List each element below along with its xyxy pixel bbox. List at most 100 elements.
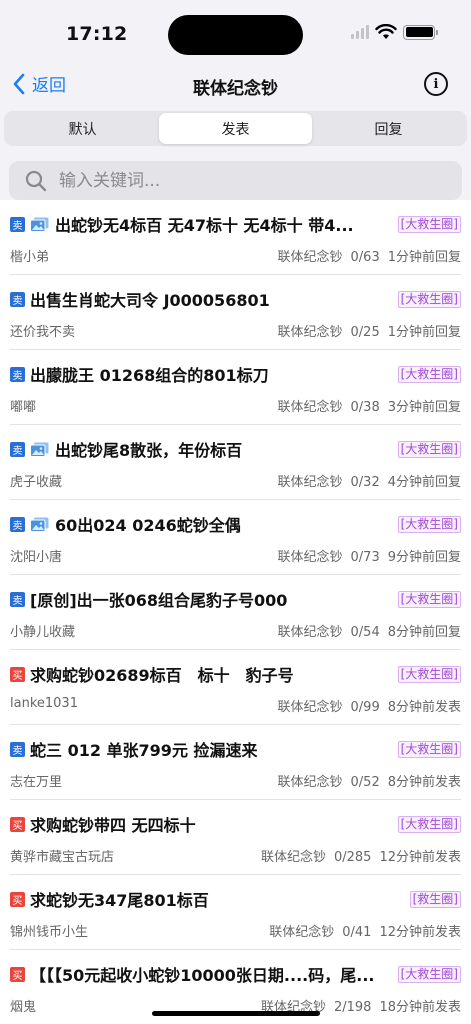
post-category: 联体纪念钞	[260, 850, 326, 865]
sell-tag: 卖	[10, 366, 25, 382]
post-category: 联体纪念钞	[277, 325, 343, 340]
post-meta: 联体纪念钞 0/32 4分钟前回复	[278, 471, 462, 490]
post-stats: 0/25	[350, 325, 380, 340]
search-bar[interactable]	[9, 161, 462, 200]
tab-default[interactable]: 默认	[6, 113, 159, 144]
buy-tag: 买	[10, 891, 25, 907]
list-item[interactable]: 卖出朦胧王 01268组合的801标刀 [大救生圈] 嘟嘟 联体纪念钞 0/38 3分钟前…	[10, 350, 461, 425]
post-stats: 0/63	[350, 250, 380, 265]
list-item[interactable]: 卖出售生肖蛇大司令 J000056801 [大救生圈] 还价我不卖 联体纪念钞 0/25…	[10, 275, 461, 350]
post-meta: 联体纪念钞 0/54 8分钟前回复	[278, 621, 462, 640]
page-title: 联体纪念钞	[193, 79, 278, 99]
list-item[interactable]: 卖 出蛇钞无4标百 无47标十 无4标十 带4... [大救生圈] 楷小弟 联体纪念钞 0…	[10, 200, 461, 275]
buy-tag: 买	[10, 666, 25, 682]
post-time: 12分钟前发表	[379, 850, 461, 865]
post-category: 联体纪念钞	[277, 475, 343, 490]
post-category: 联体纪念钞	[277, 775, 343, 790]
group-badge: [大救生圈]	[397, 665, 461, 683]
sell-tag: 卖	[10, 441, 25, 457]
post-author: 黄骅市藏宝古玩店	[10, 850, 115, 865]
nav-bar: 返回 联体纪念钞 i	[0, 62, 471, 108]
info-icon[interactable]: i	[424, 72, 448, 96]
image-icon	[30, 442, 49, 457]
list-item[interactable]: 卖蛇三 012 单张799元 捡漏速来 [大救生圈] 志在万里 联体纪念钞 0/52 8分…	[10, 725, 461, 800]
search-input[interactable]	[59, 170, 439, 191]
post-time: 12分钟前发表	[379, 925, 461, 940]
status-bar: 17:12	[0, 0, 471, 62]
post-list: 卖出蛇钞无4标百 无47标十 无4标十 带4... [大救生圈] 楷小弟 联体纪念钞 0…	[0, 200, 471, 1024]
list-item[interactable]: 买求购蛇钞02689标百 标十 豹子号 [大救生圈] lanke1031 联体纪念钞 0…	[10, 650, 461, 725]
buy-tag: 买	[10, 966, 25, 982]
group-badge: [救生圈]	[409, 890, 461, 908]
post-author: 虎子收藏	[10, 475, 63, 490]
tab-posted[interactable]: 发表	[159, 113, 312, 144]
post-stats: 0/73	[350, 550, 380, 565]
post-meta: 联体纪念钞 0/285 12分钟前发表	[261, 846, 461, 865]
sell-tag: 卖	[10, 591, 25, 607]
post-meta: 联体纪念钞 0/25 1分钟前回复	[278, 321, 462, 340]
post-author: 楷小弟	[10, 250, 50, 265]
post-title: 出蛇钞无4标百 无47标十 无4标十 带4...	[55, 216, 354, 235]
post-time: 9分钟前回复	[387, 550, 461, 565]
group-badge: [大救生圈]	[397, 365, 461, 383]
post-author: 还价我不卖	[10, 325, 76, 340]
group-badge: [大救生圈]	[397, 590, 461, 608]
post-time: 8分钟前回复	[387, 625, 461, 640]
search-icon	[25, 170, 47, 191]
post-meta: 联体纪念钞 0/38 3分钟前回复	[278, 396, 462, 415]
image-icon	[30, 217, 49, 232]
post-category: 联体纪念钞	[277, 550, 343, 565]
post-category: 联体纪念钞	[277, 250, 343, 265]
post-category: 联体纪念钞	[277, 700, 343, 715]
battery-icon	[403, 24, 438, 40]
post-stats: 0/41	[342, 925, 372, 940]
sell-tag: 卖	[10, 741, 25, 757]
post-meta: 联体纪念钞 0/99 8分钟前发表	[278, 696, 462, 715]
post-time: 4分钟前回复	[387, 475, 461, 490]
buy-tag: 买	[10, 816, 25, 832]
list-item[interactable]: 买求购蛇钞带四 无四标十 [大救生圈] 黄骅市藏宝古玩店 联体纪念钞 0/285 12分钟…	[10, 800, 461, 875]
post-stats: 0/38	[350, 400, 380, 415]
post-meta: 联体纪念钞 0/73 9分钟前回复	[278, 546, 462, 565]
post-author: 嘟嘟	[10, 400, 37, 415]
group-badge: [大救生圈]	[397, 215, 461, 233]
status-icons	[351, 24, 438, 40]
post-time: 8分钟前发表	[387, 775, 461, 790]
post-time: 8分钟前发表	[387, 700, 461, 715]
post-title: 出蛇钞尾8散张，年份标百	[55, 441, 243, 460]
post-author: lanke1031	[10, 696, 78, 711]
post-stats: 2/198	[333, 1000, 372, 1015]
post-author: 志在万里	[10, 775, 63, 790]
list-item[interactable]: 买求蛇钞无347尾801标百 [救生圈] 锦州钱币小生 联体纪念钞 0/41 12分钟前发…	[10, 875, 461, 950]
post-author: 小静儿收藏	[10, 625, 76, 640]
list-item[interactable]: 卖 [原创]出一张068组合尾豹子号000 [大救生圈] 小静儿收藏 联体纪念钞 0/54…	[10, 575, 461, 650]
tab-replied[interactable]: 回复	[312, 113, 465, 144]
post-title: 【【【50元起收小蛇钞10000张日期....码，尾...	[30, 966, 375, 985]
post-stats: 0/99	[350, 700, 380, 715]
post-author: 锦州钱币小生	[10, 925, 89, 940]
group-badge: [大救生圈]	[397, 965, 461, 983]
post-title: 出售生肖蛇大司令 J000056801	[30, 291, 270, 310]
post-time: 3分钟前回复	[387, 400, 461, 415]
post-meta: 联体纪念钞 0/63 1分钟前回复	[278, 246, 462, 265]
image-icon	[30, 517, 49, 532]
post-stats: 0/52	[350, 775, 380, 790]
list-item[interactable]: 卖 出蛇钞尾8散张，年份标百 [大救生圈] 虎子收藏 联体纪念钞 0/32 4分钟前回复	[10, 425, 461, 500]
post-title: 出朦胧王 01268组合的801标刀	[30, 366, 269, 385]
list-item[interactable]: 卖 60出024 0246蛇钞全偶 [大救生圈] 沈阳小唐 联体纪念钞 0/73 9分钟前回…	[10, 500, 461, 575]
post-title: 蛇三 012 单张799元 捡漏速来	[30, 741, 258, 760]
group-badge: [大救生圈]	[397, 515, 461, 533]
sell-tag: 卖	[10, 216, 25, 232]
post-time: 18分钟前发表	[379, 1000, 461, 1015]
signal-icon	[351, 25, 369, 39]
group-badge: [大救生圈]	[397, 290, 461, 308]
post-title: [原创]出一张068组合尾豹子号000	[30, 591, 288, 610]
post-stats: 0/54	[350, 625, 380, 640]
home-indicator	[152, 1011, 320, 1016]
post-title: 求购蛇钞带四 无四标十	[30, 816, 196, 835]
status-time: 17:12	[66, 23, 128, 45]
sell-tag: 卖	[10, 516, 25, 532]
wifi-icon	[375, 24, 397, 39]
group-badge: [大救生圈]	[397, 440, 461, 458]
post-time: 1分钟前回复	[387, 325, 461, 340]
